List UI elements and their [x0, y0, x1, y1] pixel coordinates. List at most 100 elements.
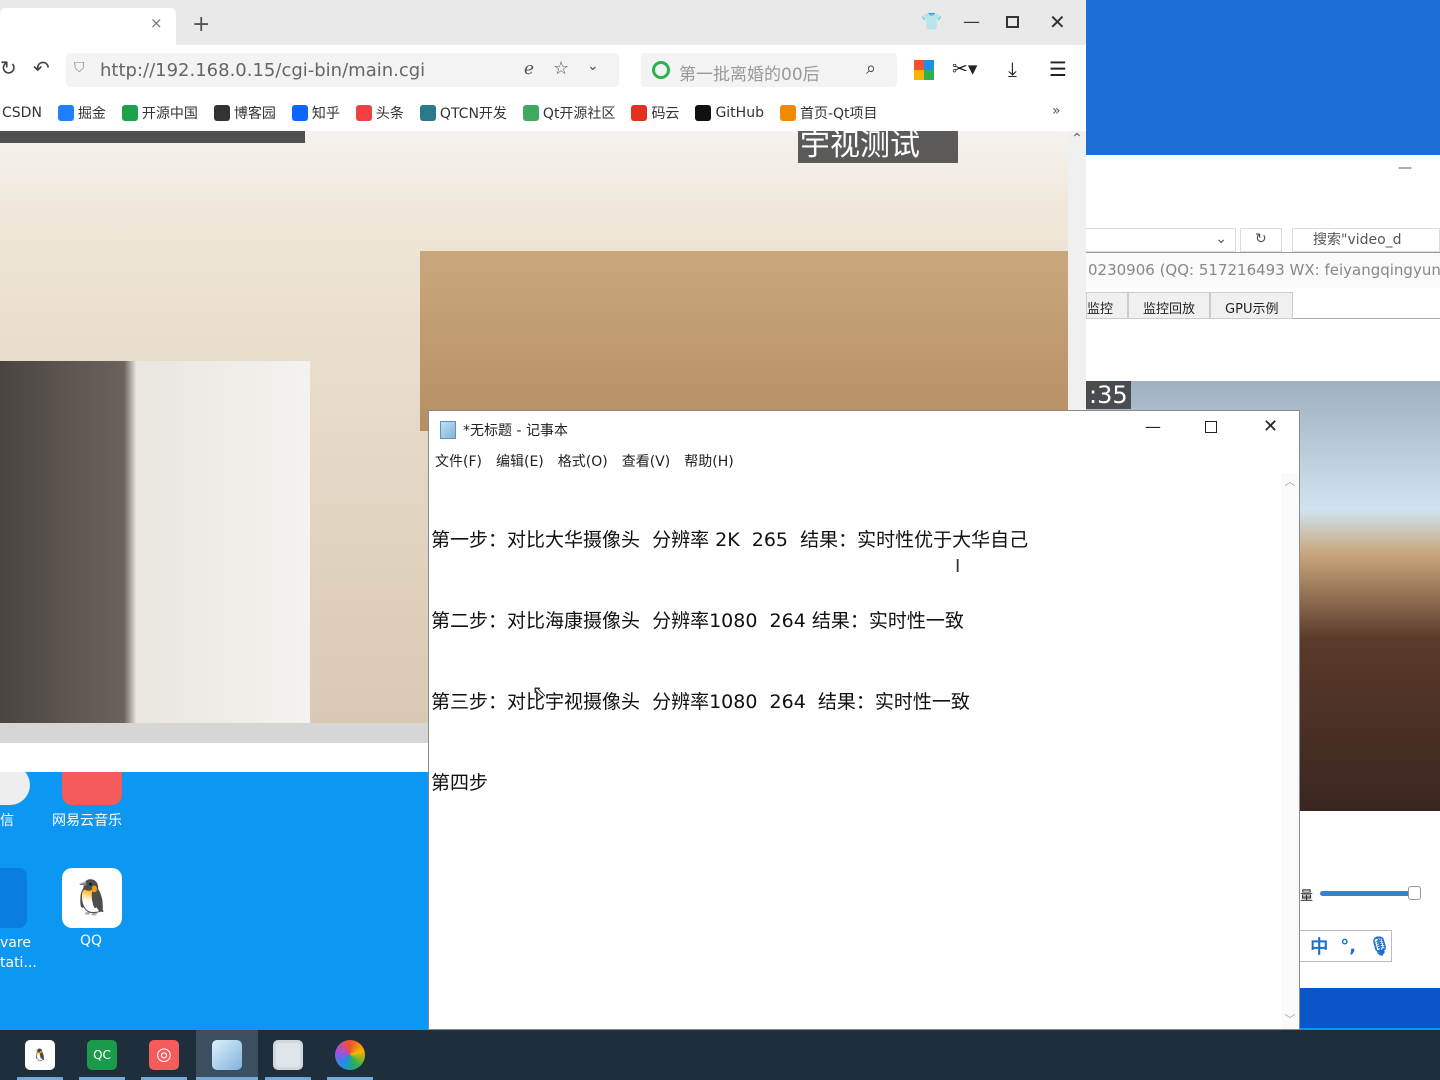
minimize-button[interactable]: — — [1145, 417, 1161, 436]
bookmark-label: 头条 — [375, 106, 404, 122]
chevron-down-icon[interactable]: ⌄ — [587, 58, 599, 74]
bookmark-icon — [57, 105, 74, 121]
ime-punct[interactable]: °, — [1340, 936, 1356, 957]
microphone-icon[interactable]: 🎙 — [1368, 936, 1391, 957]
bookmarks-more[interactable]: » — [1052, 103, 1061, 119]
desktop-icon-label: vare tati... — [0, 935, 37, 971]
bookmark-item[interactable]: 开源中国 — [121, 103, 198, 123]
bookmark-label: 博客园 — [233, 106, 276, 122]
taskbar-qq[interactable]: 🐧 — [9, 1030, 71, 1080]
scrollbar[interactable]: ︿ ﹀ — [1281, 473, 1299, 1029]
bookmark-icon — [779, 105, 796, 121]
bookmark-item[interactable]: GitHub — [695, 105, 764, 121]
bookmark-label: 掘金 — [77, 106, 106, 122]
volume-label: 量 — [1300, 889, 1314, 904]
ime-mode[interactable]: 中 — [1310, 933, 1328, 959]
skin-icon[interactable]: 👕 — [921, 12, 942, 32]
bookmark-label: 码云 — [651, 106, 680, 122]
tab-gpu[interactable]: GPU示例 — [1210, 292, 1294, 319]
url-text[interactable]: http://192.168.0.15/cgi-bin/main.cgi — [100, 60, 425, 81]
bookmark-item[interactable]: QTCN开发 — [419, 103, 507, 123]
window-icon — [273, 1040, 303, 1070]
bookmark-label: 知乎 — [311, 106, 340, 122]
desktop-background — [1300, 988, 1440, 1028]
video-timestamp: :35 — [1086, 381, 1131, 409]
bookmark-item[interactable]: Qt开源社区 — [522, 103, 615, 123]
tab-monitor[interactable]: 监控 — [1086, 292, 1129, 319]
menu-view[interactable]: 查看(V) — [622, 451, 671, 471]
mouse-pointer-icon: ⇖ — [532, 682, 548, 703]
bookmark-label: GitHub — [715, 105, 764, 121]
taskbar-notepad[interactable] — [196, 1030, 258, 1080]
bookmark-icon — [355, 105, 372, 121]
bookmark-icon — [631, 105, 648, 121]
window-title: *无标题 - 记事本 — [463, 423, 568, 439]
menu-edit[interactable]: 编辑(E) — [496, 451, 544, 471]
search-input[interactable]: 搜索"video_d — [1292, 228, 1440, 252]
volume-slider[interactable] — [1320, 891, 1416, 896]
minimize-button[interactable]: — — [963, 12, 980, 32]
notepad-icon — [440, 421, 456, 439]
close-button[interactable]: ✕ — [1263, 416, 1278, 437]
app-tabs: 监控 监控回放 GPU示例 — [1086, 292, 1440, 319]
minimize-button[interactable]: — — [1398, 160, 1412, 176]
bookmark-icon — [419, 105, 436, 121]
bookmark-icon — [522, 105, 539, 121]
notepad-window: *无标题 - 记事本 — ✕ 文件(F) 编辑(E) 格式(O) 查看(V) 帮… — [428, 410, 1300, 1030]
address-combo[interactable]: ⌄ — [1086, 228, 1236, 252]
video-title-overlay: 宇视测试 — [798, 131, 958, 163]
text-line: 第一步：对比大华摄像头 分辨率 2K 265 结果：实时性优于大华自己 — [431, 529, 1029, 551]
taskbar-netease-music[interactable]: ◎ — [133, 1030, 195, 1080]
bookmark-label: QTCN开发 — [439, 106, 507, 122]
bookmark-icon — [121, 105, 138, 121]
search-hint[interactable]: 第一批离婚的00后 — [679, 60, 820, 85]
ie-mode-icon[interactable]: ℯ — [524, 59, 534, 79]
vmware-icon[interactable] — [0, 868, 27, 928]
qq-icon[interactable]: 🐧 — [62, 868, 122, 928]
video-timestamp-overlay — [0, 131, 305, 143]
reload-icon[interactable]: ↻ — [0, 56, 17, 80]
scissors-icon[interactable]: ✂▾ — [952, 58, 977, 80]
app-title: 0230906 (QQ: 517216493 WX: feiyangqingyu… — [1086, 252, 1440, 288]
bookmark-item[interactable]: 博客园 — [213, 103, 276, 123]
menu-icon[interactable]: ☰ — [1049, 57, 1067, 81]
taskbar-qc[interactable]: QC — [71, 1030, 133, 1080]
desktop-icon-label: QQ — [80, 933, 103, 949]
bookmark-label: 开源中国 — [141, 106, 198, 122]
menu-format[interactable]: 格式(O) — [558, 451, 608, 471]
qq-icon: 🐧 — [25, 1040, 55, 1070]
new-tab-button[interactable]: + — [192, 12, 210, 37]
bookmark-item[interactable]: 首页-Qt项目 — [779, 103, 878, 123]
bookmark-item[interactable]: 知乎 — [291, 103, 340, 123]
maximize-button[interactable] — [1006, 16, 1019, 28]
netease-music-icon: ◎ — [149, 1040, 179, 1070]
close-button[interactable]: ✕ — [1049, 10, 1066, 34]
tab-playback[interactable]: 监控回放 — [1128, 292, 1211, 319]
download-icon[interactable]: ⤓ — [1008, 57, 1017, 81]
taskbar-browser[interactable] — [319, 1030, 381, 1080]
bookmark-item[interactable]: 掘金 — [57, 103, 106, 123]
search-icon[interactable]: ⌕ — [866, 58, 876, 79]
refresh-button[interactable]: ↻ — [1240, 228, 1282, 252]
bookmark-item[interactable]: 码云 — [631, 103, 679, 123]
video-controls-bar — [0, 723, 428, 743]
video-scene-wardrobe — [0, 361, 310, 723]
text-line: 第四步 — [431, 772, 489, 794]
menu-file[interactable]: 文件(F) — [435, 451, 482, 471]
menu-help[interactable]: 帮助(H) — [684, 451, 733, 471]
undo-icon[interactable]: ↶ — [33, 56, 50, 80]
apps-icon[interactable] — [914, 60, 934, 80]
bookmark-item[interactable]: 头条 — [355, 103, 404, 123]
bookmarks-bar: CSDN 掘金 开源中国 博客园 知乎 头条 QTCN开发 Qt开源社区 码云 GitHub 首页-… — [0, 95, 1086, 131]
text-editor[interactable]: 第一步：对比大华摄像头 分辨率 2K 265 结果：实时性优于大华自己 第二步：… — [431, 473, 1281, 851]
maximize-button[interactable] — [1205, 421, 1217, 433]
bookmark-item[interactable]: CSDN — [2, 105, 42, 121]
tab-close-button[interactable]: × — [150, 14, 163, 32]
volume-slider-thumb[interactable] — [1408, 886, 1421, 900]
video-scene-boxes — [420, 251, 1068, 431]
desktop-icon-label: 信 — [0, 813, 14, 829]
bookmark-label: 首页-Qt项目 — [799, 106, 878, 122]
star-icon[interactable]: ☆ — [553, 58, 569, 79]
notepad-icon — [212, 1040, 242, 1070]
taskbar-window[interactable] — [257, 1030, 319, 1080]
